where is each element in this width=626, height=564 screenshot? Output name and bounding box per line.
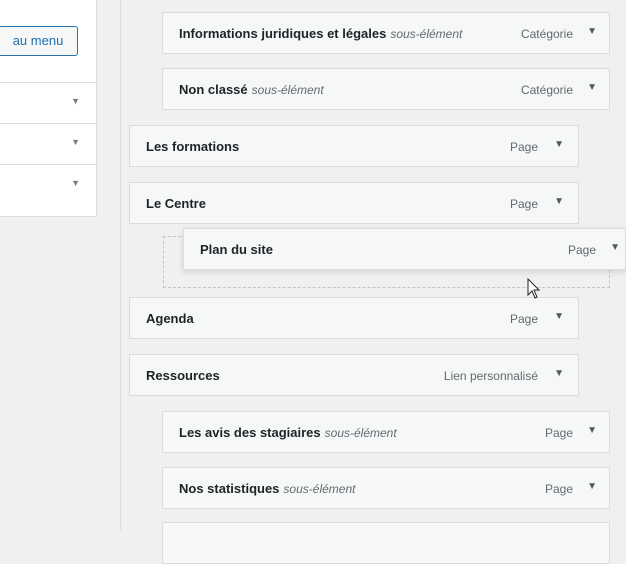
add-to-menu-button[interactable]: au menu [0,26,78,56]
expand-arrow-icon[interactable]: ▼ [554,368,564,379]
menu-item-ressources[interactable]: Ressources Lien personnalisé ▼ [129,354,579,396]
expand-arrow-icon[interactable]: ▼ [554,139,564,150]
expand-arrow-icon[interactable]: ▼ [587,82,597,93]
expand-arrow-icon[interactable]: ▼ [554,311,564,322]
menu-item-nos-statistiques[interactable]: Nos statistiques sous-élément Page ▼ [162,467,610,509]
add-menu-items-panel: au menu ▼ ▼ ▼ [0,0,97,217]
expand-arrow-icon[interactable]: ▼ [587,481,597,492]
menu-item-type: Page [567,243,596,257]
mouse-pointer-icon [527,278,541,299]
menu-item-type: Page [544,482,573,496]
sub-item-label: sous-élément [390,27,463,41]
menu-item-type: Page [509,312,538,326]
sub-item-label: sous-élément [324,426,397,440]
menu-item-title: Agenda [146,311,194,326]
accordion-section-3[interactable]: ▼ [0,164,96,205]
menu-item-non-classe[interactable]: Non classé sous-élément Catégorie ▼ [162,68,610,110]
menu-item-les-formations[interactable]: Les formations Page ▼ [129,125,579,167]
chevron-down-icon: ▼ [71,178,80,188]
sub-item-label: sous-élément [283,482,356,496]
menu-item-informations-juridiques[interactable]: Informations juridiques et légales sous-é… [162,12,610,54]
menu-item-title: Nos statistiques sous-élément [179,481,356,496]
menu-item-type: Page [544,426,573,440]
chevron-down-icon: ▼ [71,96,80,106]
menu-item-le-centre[interactable]: Le Centre Page ▼ [129,182,579,224]
menu-item-title: Le Centre [146,196,206,211]
menu-item-agenda[interactable]: Agenda Page ▼ [129,297,579,339]
menu-item-type: Catégorie [520,27,573,41]
accordion-section-2[interactable]: ▼ [0,123,96,164]
menu-item-type: Lien personnalisé [443,369,538,383]
expand-arrow-icon[interactable]: ▼ [554,196,564,207]
chevron-down-icon: ▼ [71,137,80,147]
menu-item-title: Ressources [146,368,220,383]
menu-item-title: Plan du site [200,242,273,257]
menu-item-type: Page [509,140,538,154]
menu-item-les-avis-des-stagiaires[interactable]: Les avis des stagiaires sous-élément Page… [162,411,610,453]
expand-arrow-icon[interactable]: ▼ [610,242,620,253]
menu-item-next[interactable] [162,522,610,564]
menu-item-type: Page [509,197,538,211]
menu-item-title: Informations juridiques et légales sous-é… [179,26,463,41]
menu-item-plan-du-site[interactable]: Plan du site Page ▼ [183,228,626,270]
expand-arrow-icon[interactable]: ▼ [587,425,597,436]
menu-item-title: Les formations [146,139,240,154]
menu-item-title: Non classé sous-élément [179,82,324,97]
expand-arrow-icon[interactable]: ▼ [587,26,597,37]
column-divider [120,0,121,530]
menu-item-type: Catégorie [520,83,573,97]
sub-item-label: sous-élément [251,83,324,97]
menu-item-title: Les avis des stagiaires sous-élément [179,425,397,440]
accordion-section-1[interactable]: ▼ [0,82,96,123]
